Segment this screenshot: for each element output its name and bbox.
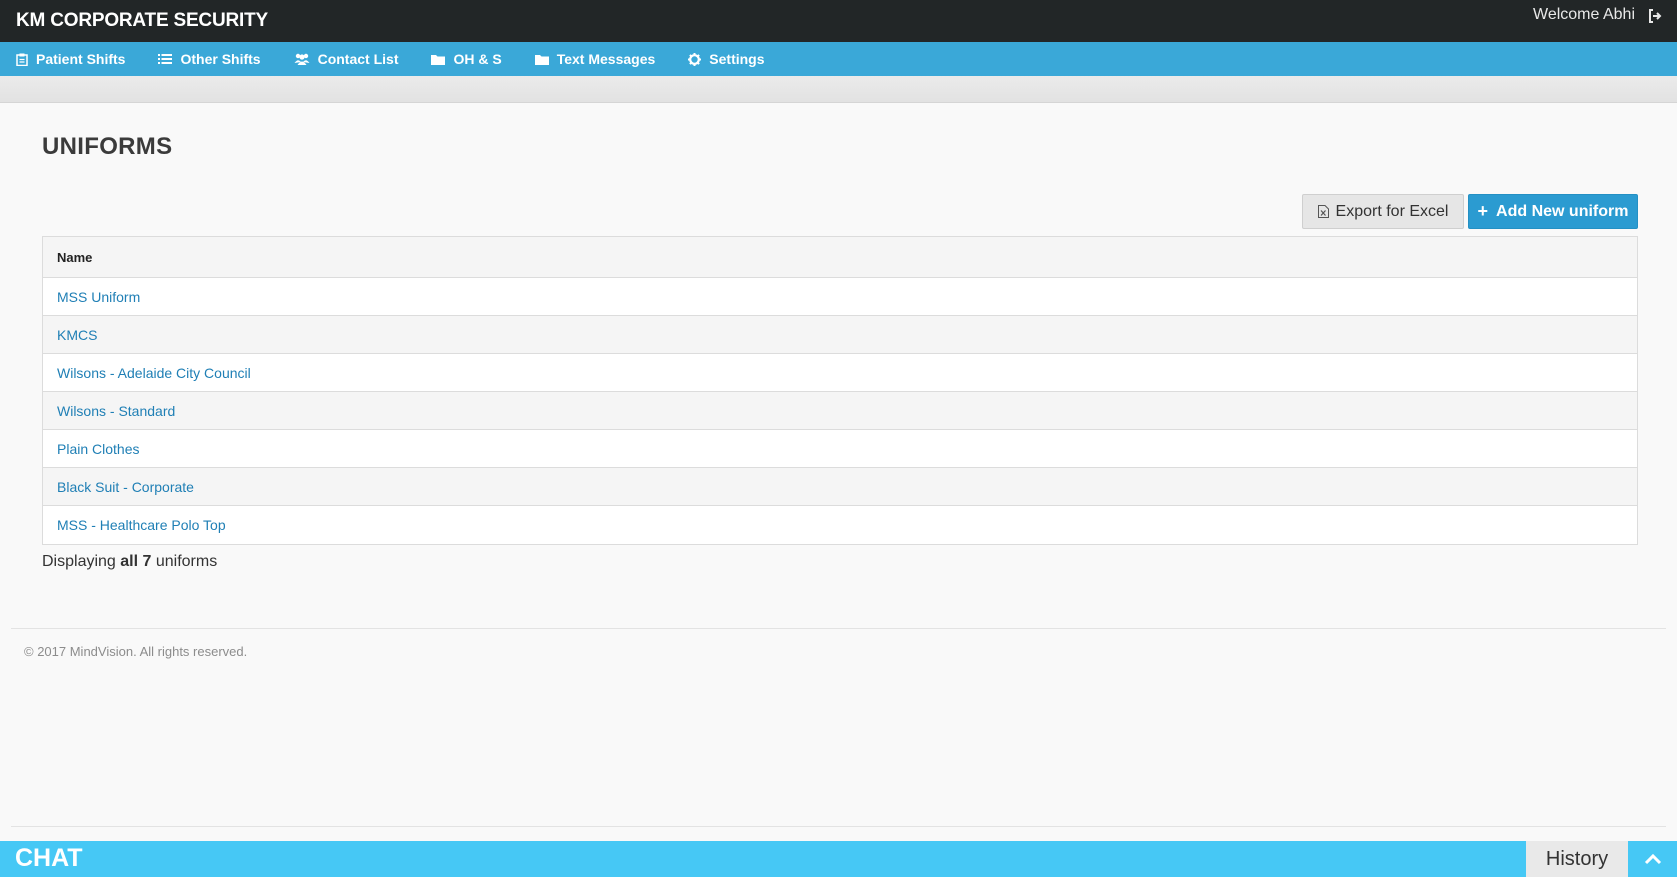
table-row: Wilsons - Standard <box>43 392 1637 430</box>
history-button[interactable]: History <box>1526 841 1628 877</box>
nav-item-settings[interactable]: Settings <box>688 51 765 67</box>
table-row: MSS Uniform <box>43 278 1637 316</box>
add-uniform-label: Add New uniform <box>1496 202 1629 220</box>
uniform-link[interactable]: MSS - Healthcare Polo Top <box>57 517 226 533</box>
nav-item-contact-list[interactable]: Contact List <box>294 51 399 67</box>
chat-bar[interactable]: CHAT History <box>0 841 1677 877</box>
table-row: Plain Clothes <box>43 430 1637 468</box>
uniform-link[interactable]: Plain Clothes <box>57 441 140 457</box>
add-uniform-button[interactable]: + Add New uniform <box>1468 194 1638 229</box>
page-title: UNIFORMS <box>42 133 173 160</box>
plus-icon: + <box>1477 201 1489 221</box>
display-count-prefix: Displaying <box>42 553 116 570</box>
uniform-link[interactable]: Wilsons - Adelaide City Council <box>57 365 251 381</box>
export-excel-label: Export for Excel <box>1335 202 1449 220</box>
main-nav: Patient Shifts Other Shifts Contact List… <box>0 42 1677 76</box>
column-header-name[interactable]: Name <box>43 237 1637 278</box>
nav-item-text-messages[interactable]: Text Messages <box>534 51 656 67</box>
table-row: MSS - Healthcare Polo Top <box>43 506 1637 544</box>
divider <box>11 826 1666 827</box>
sub-bar <box>0 76 1677 103</box>
nav-label: Contact List <box>317 51 399 67</box>
clipboard-icon <box>16 53 28 66</box>
folder-icon <box>431 54 446 65</box>
copyright-text: © 2017 MindVision. All rights reserved. <box>24 644 248 659</box>
list-icon <box>158 54 173 64</box>
divider <box>11 628 1666 629</box>
display-count-suffix: uniforms <box>155 553 218 570</box>
welcome-text: Welcome Abhi <box>1533 6 1635 23</box>
chevron-up-button[interactable] <box>1628 841 1677 877</box>
excel-file-icon <box>1317 205 1329 218</box>
nav-label: OH & S <box>453 51 502 67</box>
table-row: KMCS <box>43 316 1637 354</box>
folder-icon <box>534 54 549 65</box>
uniforms-table: Name MSS Uniform KMCS Wilsons - Adelaide… <box>42 236 1638 545</box>
logout-icon[interactable] <box>1647 8 1663 24</box>
chat-label[interactable]: CHAT <box>15 844 83 873</box>
display-count-bold: all 7 <box>120 553 152 570</box>
top-header: KM CORPORATE SECURITY Welcome Abhi <box>0 0 1677 42</box>
chevron-up-icon <box>1644 853 1661 864</box>
nav-item-oh-s[interactable]: OH & S <box>431 51 502 67</box>
nav-label: Other Shifts <box>180 51 261 67</box>
nav-label: Patient Shifts <box>36 51 126 67</box>
uniform-link[interactable]: Wilsons - Standard <box>57 403 175 419</box>
table-row: Black Suit - Corporate <box>43 468 1637 506</box>
app-brand[interactable]: KM CORPORATE SECURITY <box>16 10 268 32</box>
gear-icon <box>688 52 702 66</box>
uniform-link[interactable]: MSS Uniform <box>57 289 140 305</box>
nav-item-patient-shifts[interactable]: Patient Shifts <box>16 51 125 67</box>
table-row: Wilsons - Adelaide City Council <box>43 354 1637 392</box>
uniform-link[interactable]: KMCS <box>57 327 97 343</box>
export-excel-button[interactable]: Export for Excel <box>1302 194 1464 229</box>
nav-label: Text Messages <box>556 51 656 67</box>
users-icon <box>294 53 310 65</box>
nav-label: Settings <box>709 51 765 67</box>
display-count: Displaying all 7 uniforms <box>42 553 217 571</box>
nav-item-other-shifts[interactable]: Other Shifts <box>158 51 261 67</box>
uniform-link[interactable]: Black Suit - Corporate <box>57 479 194 495</box>
